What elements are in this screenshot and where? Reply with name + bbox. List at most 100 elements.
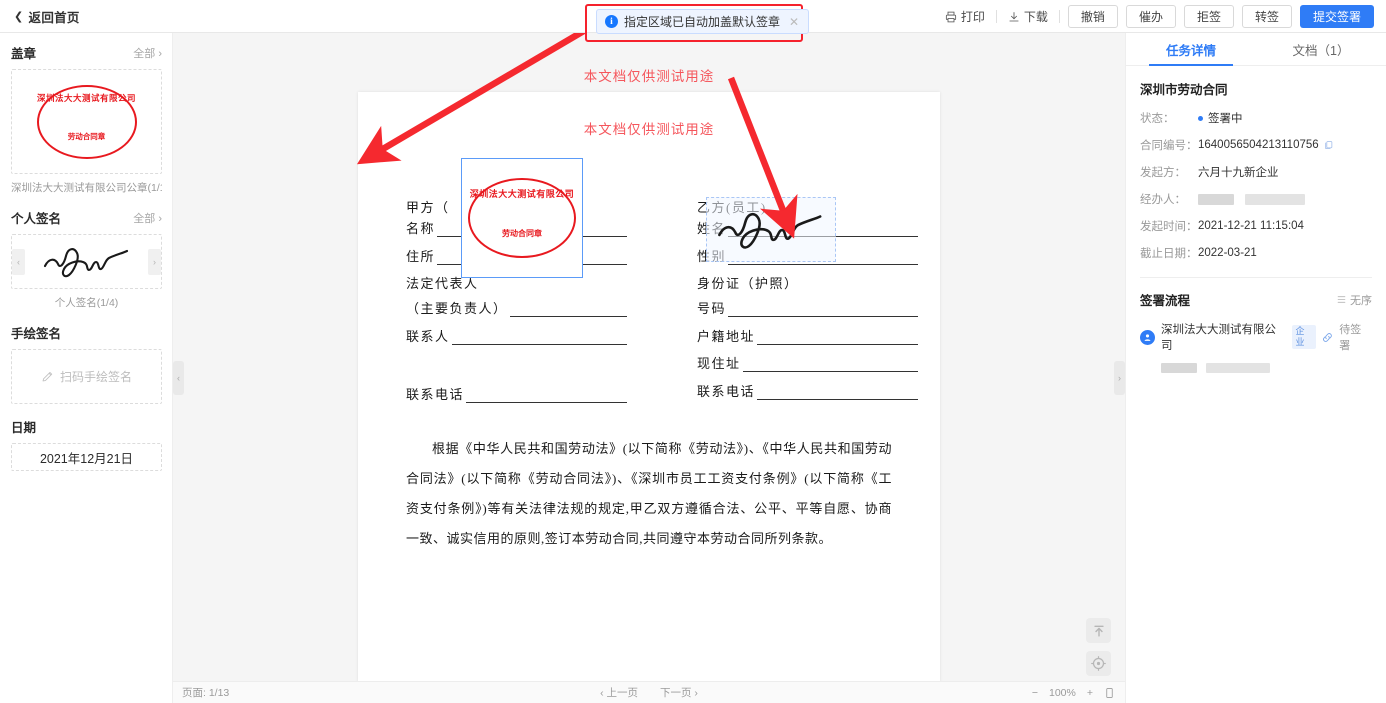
signature-prev-button[interactable]: ‹	[12, 248, 25, 275]
top-actions-group: 打印 下载 撤销 催办 拒签 转签 提交签署	[934, 0, 1374, 33]
field-line	[466, 390, 627, 403]
field-row: 户籍地址	[697, 326, 940, 345]
personal-signature-section-header: 个人签名 全部 ›	[11, 208, 162, 227]
field-label: 联系人	[406, 328, 450, 344]
date-section-header: 日期	[11, 417, 162, 436]
placed-company-seal[interactable]: 深圳法大大测试有限公司 劳动合同章	[461, 158, 583, 278]
download-button[interactable]: 下载	[997, 8, 1059, 25]
auto-seal-toast: i 指定区域已自动加盖默认签章 ✕	[596, 9, 810, 34]
field-label: 住所	[406, 248, 436, 264]
left-panel-collapse-handle[interactable]: ‹	[173, 361, 184, 395]
detail-row-start-time: 发起时间： 2021-12-21 11:15:04	[1140, 218, 1372, 234]
locate-icon	[1091, 656, 1106, 671]
field-label: 名称	[406, 221, 436, 236]
detail-row-initiator: 发起方： 六月十九新企业	[1140, 164, 1372, 180]
printer-icon	[945, 11, 956, 22]
field-line	[742, 359, 918, 372]
submit-signature-button[interactable]: 提交签署	[1299, 5, 1374, 28]
zoom-in-button[interactable]: +	[1087, 687, 1093, 699]
scroll-to-top-button[interactable]	[1086, 618, 1111, 643]
contract-number: 1640056504213110756	[1198, 139, 1319, 151]
urge-button[interactable]: 催办	[1125, 5, 1176, 28]
date-section-title: 日期	[11, 421, 37, 435]
next-page-button[interactable]: 下一页 ›	[660, 685, 698, 700]
tab-documents[interactable]: 文档（1）	[1256, 33, 1386, 65]
field-row: 身份证（护照）	[697, 273, 940, 292]
pencil-icon	[42, 371, 53, 382]
detail-value: 2022-03-21	[1198, 247, 1257, 259]
handwritten-signature-image	[718, 212, 822, 249]
transfer-sign-button[interactable]: 转签	[1241, 5, 1292, 28]
detail-key: 经办人：	[1140, 194, 1186, 206]
handwrite-section-title: 手绘签名	[11, 327, 62, 341]
seal-section-title: 盖章	[11, 47, 37, 61]
print-button[interactable]: 打印	[934, 8, 996, 25]
date-value: 2021年12月21日	[39, 451, 134, 466]
redacted-value	[1206, 363, 1271, 373]
field-label: 身份证（护照）	[697, 276, 799, 291]
company-seal-graphic: 深圳法大大测试有限公司 劳动合同章	[36, 84, 137, 159]
detail-value: 六月十九新企业	[1198, 167, 1279, 179]
info-icon: i	[605, 15, 618, 28]
date-card[interactable]: 2021年12月21日	[11, 443, 162, 471]
detail-key: 合同编号：	[1140, 140, 1198, 152]
signature-flow-header: 签署流程 无序	[1140, 290, 1372, 309]
document-viewer[interactable]: 本文档仅供测试用途 本文档仅供测试用途 甲方（ 名称 住所 法定代表人 （主要负…	[173, 33, 1125, 703]
field-label: 户籍地址	[697, 328, 756, 344]
personal-signature-card[interactable]: ‹ ›	[11, 234, 162, 289]
detail-key: 发起时间：	[1140, 221, 1198, 233]
participant-sub-info	[1161, 360, 1372, 378]
status-badge: 签署中	[1208, 113, 1243, 125]
field-row: （主要负责人）	[406, 298, 649, 317]
prev-page-button[interactable]: ‹ 上一页	[600, 685, 638, 700]
print-label: 打印	[960, 10, 985, 24]
handwrite-section-header: 手绘签名	[11, 323, 162, 342]
seal-center-text: 劳动合同章	[67, 131, 106, 141]
task-details-body: 深圳市劳动合同 状态： 签署中 合同编号： 164005650421311075…	[1126, 66, 1386, 378]
zoom-out-button[interactable]: −	[1032, 687, 1038, 699]
field-label: 号码	[697, 301, 727, 316]
scan-handwrite-label: 扫码手绘签名	[59, 370, 132, 384]
reject-sign-button[interactable]: 拒签	[1183, 5, 1234, 28]
detail-row-deadline: 截止日期： 2022-03-21	[1140, 245, 1372, 261]
revoke-button[interactable]: 撤销	[1067, 5, 1118, 28]
link-icon[interactable]	[1322, 332, 1333, 343]
field-row: 联系人	[406, 326, 649, 345]
detail-row-contract-no: 合同编号： 1640056504213110756	[1140, 137, 1372, 153]
field-row: 联系电话	[697, 381, 940, 400]
fit-page-icon[interactable]	[1104, 687, 1115, 699]
placed-personal-signature[interactable]	[706, 197, 836, 262]
detail-key: 截止日期：	[1140, 248, 1198, 260]
scan-handwrite-card[interactable]: 扫码手绘签名	[11, 349, 162, 404]
signature-app-window: ❮ 返回首页 打印 下载 撤销 催办 拒签 转签 提交签署 i 指定区域已自动加…	[0, 0, 1386, 703]
field-row: 现住址	[697, 353, 940, 372]
detail-value: 1640056504213110756	[1198, 139, 1333, 151]
tab-task-details[interactable]: 任务详情	[1126, 33, 1256, 66]
flow-order-label: 无序	[1350, 294, 1372, 307]
personal-signature-view-all-button[interactable]: 全部 ›	[133, 210, 162, 226]
zoom-level-label: 100%	[1049, 686, 1076, 699]
seal-section-header: 盖章 全部 ›	[11, 43, 162, 62]
field-row: 号码	[697, 298, 940, 317]
copy-icon[interactable]	[1324, 140, 1333, 150]
seal-ring-text: 深圳法大大测试有限公司	[36, 92, 136, 103]
seal-ring-text: 深圳法大大测试有限公司	[469, 189, 575, 199]
close-icon[interactable]: ✕	[789, 15, 799, 29]
back-to-home-button[interactable]: ❮ 返回首页	[14, 7, 80, 26]
right-panel-collapse-handle[interactable]: ›	[1114, 361, 1125, 395]
field-label: 联系电话	[406, 386, 465, 402]
contract-title: 深圳市劳动合同	[1140, 83, 1228, 97]
field-line	[728, 304, 918, 317]
participant-row: 深圳法大大测试有限公司 企业 待签署	[1140, 321, 1372, 353]
back-to-home-label: 返回首页	[28, 10, 80, 25]
seal-view-all-button[interactable]: 全部 ›	[133, 45, 162, 61]
person-icon	[1144, 333, 1151, 341]
signature-next-button[interactable]: ›	[148, 248, 161, 275]
locate-signature-button[interactable]	[1086, 651, 1111, 676]
party-columns: 甲方（ 名称 住所 法定代表人 （主要负责人） 联系人 联系电话 乙方(员工) …	[358, 197, 940, 411]
avatar	[1140, 329, 1155, 345]
personal-signature-caption: 个人签名(1/4)	[54, 297, 119, 309]
seal-card[interactable]: 深圳法大大测试有限公司 劳动合同章	[11, 69, 162, 174]
page-indicator: 页面: 1/13	[182, 687, 230, 699]
watermark-on-page: 本文档仅供测试用途	[583, 122, 715, 137]
